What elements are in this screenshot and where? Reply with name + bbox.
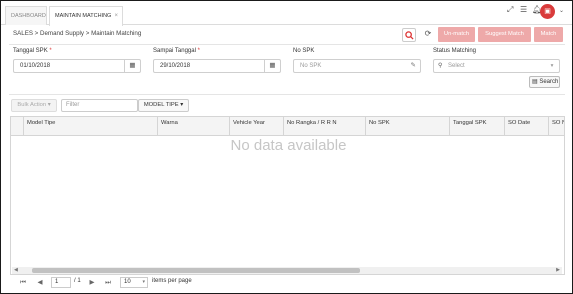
avatar[interactable]: ▣ (540, 4, 555, 19)
select-all-checkbox[interactable] (11, 117, 23, 136)
divider (9, 44, 565, 45)
bulk-action-button[interactable]: Bulk Action ▾ (11, 99, 57, 112)
tab-dashboard[interactable]: DASHBOARD (5, 6, 47, 25)
refresh-button[interactable]: ⟳ (421, 28, 435, 42)
chevron-down-icon: ▾ (142, 279, 145, 285)
calendar-icon[interactable]: ▦ (124, 60, 140, 72)
breadcrumb: SALES > Demand Supply > Maintain Matchin… (13, 30, 142, 37)
tanggal-spk-label: Tanggal SPK * (13, 48, 52, 54)
last-page-button[interactable]: ⏭︎ (102, 277, 114, 288)
column-header[interactable]: Vehicle Year (229, 117, 283, 136)
table-icon: ▤ (532, 79, 538, 85)
column-header[interactable]: Model Tipe (23, 117, 157, 136)
empty-message: No data available (230, 137, 347, 154)
suggest-match-button[interactable]: Suggest Match (478, 27, 531, 42)
column-header[interactable]: Tanggal SPK (449, 117, 504, 136)
sampai-tanggal-label: Sampai Tanggal * (153, 48, 200, 54)
search-button[interactable]: ▤ Search (529, 76, 560, 88)
unmatch-button[interactable]: Un-match (438, 27, 475, 42)
model-tipe-dropdown[interactable]: MODEL TIPE ▾ (138, 99, 189, 112)
pencil-icon[interactable]: ✎ (411, 60, 416, 72)
tab-maintain-matching[interactable]: MAINTAIN MATCHING × (49, 6, 123, 26)
page-size-select[interactable]: 10 ▾ (120, 277, 148, 288)
status-matching-label: Status Matching (433, 48, 477, 54)
scroll-right-icon[interactable]: ▶ (556, 267, 560, 274)
no-spk-field[interactable]: No SPK ✎ (293, 59, 421, 73)
tab-bar: DASHBOARD MAINTAIN MATCHING × ⤢ ☰ 🔔︎ ▣ ⌄ (1, 1, 572, 26)
scroll-left-icon[interactable]: ◀ (14, 267, 18, 274)
data-grid: Model Tipe Warna Vehicle Year No Rangka … (10, 116, 565, 275)
horizontal-scrollbar[interactable]: ◀ ▶ (12, 267, 562, 274)
filter-input[interactable]: Filter (61, 99, 138, 112)
grid-header: Model Tipe Warna Vehicle Year No Rangka … (11, 117, 564, 136)
chevron-down-icon: ▾ (550, 63, 554, 69)
sampai-tanggal-field[interactable]: 29/10/2018 ▦ (153, 59, 281, 73)
column-header[interactable]: Warna (157, 117, 229, 136)
match-button[interactable]: Match (534, 27, 563, 42)
next-page-button[interactable]: ▶ (86, 277, 98, 288)
column-header[interactable]: SO N (548, 117, 564, 136)
refresh-icon: ⟳ (424, 29, 432, 38)
expand-icon[interactable]: ⤢ (507, 5, 513, 15)
chevron-down-icon[interactable]: ⌄ (559, 7, 564, 14)
search-toggle-button[interactable] (402, 28, 416, 42)
no-spk-label: No SPK (293, 48, 315, 54)
items-per-page-label: items per page (152, 278, 192, 284)
column-header[interactable]: SO Date (504, 117, 548, 136)
scrollbar-thumb[interactable] (32, 268, 360, 273)
status-matching-select[interactable]: ⚲ Select ▾ (433, 59, 560, 73)
column-header[interactable]: No Rangka / R R N (283, 117, 365, 136)
page-count: / 1 (74, 278, 81, 284)
search-icon (404, 31, 414, 40)
tab-label: MAINTAIN MATCHING (55, 13, 112, 19)
calendar-icon[interactable]: ▦ (264, 60, 280, 72)
prev-page-button[interactable]: ◀ (34, 277, 46, 288)
tanggal-spk-field[interactable]: 01/10/2018 ▦ (13, 59, 141, 73)
divider (9, 94, 565, 95)
column-header[interactable]: No SPK (365, 117, 449, 136)
page-number-input[interactable]: 1 (51, 277, 71, 288)
close-icon[interactable]: × (114, 7, 118, 25)
menu-icon[interactable]: ☰ (520, 5, 527, 14)
app-frame: DASHBOARD MAINTAIN MATCHING × ⤢ ☰ 🔔︎ ▣ ⌄… (1, 1, 572, 293)
first-page-button[interactable]: ⏮︎ (17, 277, 29, 288)
search-icon: ⚲ (438, 63, 443, 69)
